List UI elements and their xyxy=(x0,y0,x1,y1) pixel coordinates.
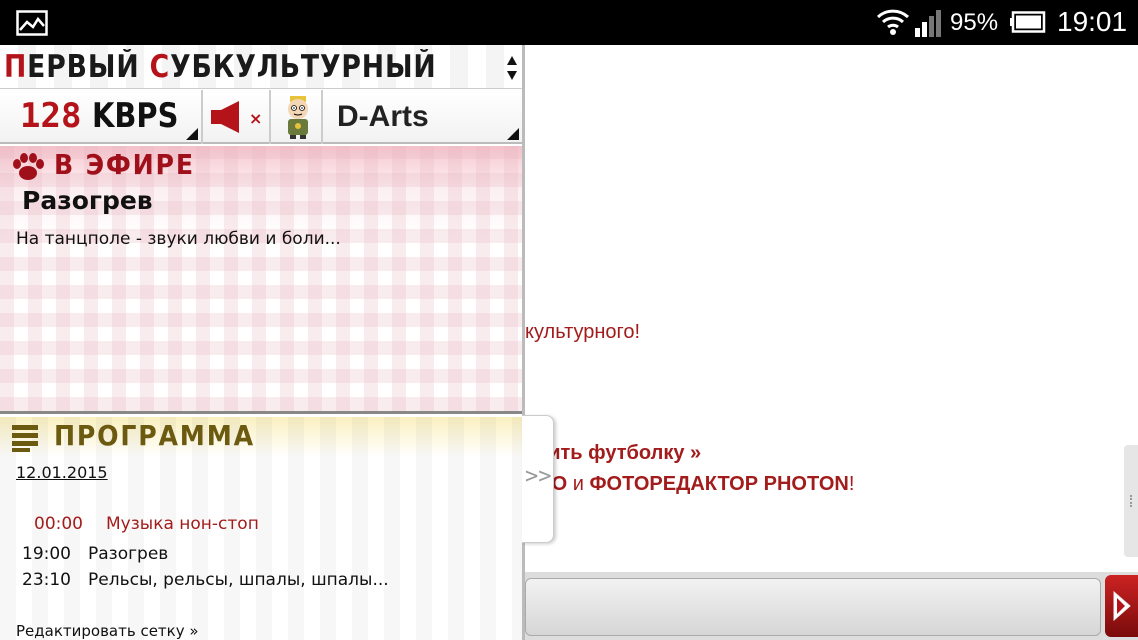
player-controls: 128 KBPS × D-Arts xyxy=(0,90,522,144)
svg-text:×: × xyxy=(249,109,262,128)
schedule-title: Рельсы, рельсы, шпалы, шпалы... xyxy=(88,570,389,590)
dj-selector[interactable]: D-Arts xyxy=(325,90,522,144)
paw-icon xyxy=(13,153,44,180)
edit-schedule-link[interactable]: Редактировать сетку » xyxy=(16,622,199,640)
bitrate-selector[interactable]: 128 KBPS xyxy=(0,90,203,144)
player-progress-field[interactable] xyxy=(525,578,1101,636)
station-selector[interactable]: ПЕРВЫЙ СУБКУЛЬТУРНЫЙ xyxy=(0,45,522,89)
dropdown-corner-icon xyxy=(186,128,198,140)
mute-button[interactable]: × xyxy=(205,90,271,144)
play-button[interactable] xyxy=(1105,575,1138,637)
wifi-icon xyxy=(876,9,910,35)
avatar-icon xyxy=(288,96,308,139)
on-air-section: В ЭФИРЕ Разогрев На танцполе - звуки люб… xyxy=(0,146,522,414)
battery-percent: 95% xyxy=(950,9,999,36)
schedule-section: ПРОГРАММА 12.01.2015 00:00 Музыка нон-сто… xyxy=(0,417,522,640)
schedule-time: 00:00 xyxy=(34,514,83,534)
page-text-line: культурного! xyxy=(525,321,641,343)
radio-panel: ПЕРВЫЙ СУБКУЛЬТУРНЫЙ 128 KBPS × D-Arts В… xyxy=(0,45,525,640)
schedule-row-current: 00:00 Музыка нон-стоп xyxy=(34,514,259,534)
schedule-heading: ПРОГРАММА xyxy=(54,419,255,452)
collapse-panel-tab[interactable]: >> xyxy=(522,415,554,543)
gallery-icon xyxy=(16,10,48,36)
schedule-title: Разогрев xyxy=(88,544,169,564)
background-page: культурного! упить футболку » ОГО и ФОТО… xyxy=(525,45,1138,640)
schedule-time: 19:00 xyxy=(22,544,71,564)
dj-avatar xyxy=(273,90,323,144)
battery-icon xyxy=(1010,11,1046,33)
scroll-handle[interactable] xyxy=(1124,445,1138,557)
dropdown-corner-icon xyxy=(507,128,519,140)
speaker-muted-icon: × xyxy=(211,101,262,133)
dj-name: D-Arts xyxy=(337,100,429,133)
up-down-arrows-icon xyxy=(507,56,517,80)
photon-promo[interactable]: ОГО и ФОТОРЕДАКТОР PHOTON! xyxy=(525,473,854,496)
schedule-time: 23:10 xyxy=(22,570,71,590)
schedule-row: 19:00 Разогрев xyxy=(22,544,168,564)
schedule-row: 23:10 Рельсы, рельсы, шпалы, шпалы... xyxy=(22,570,389,590)
schedule-date[interactable]: 12.01.2015 xyxy=(16,463,108,482)
current-show-description: На танцполе - звуки любви и боли... xyxy=(16,229,341,249)
bitrate-value: 128 xyxy=(20,96,82,136)
station-title: ПЕРВЫЙ СУБКУЛЬТУРНЫЙ xyxy=(4,49,437,85)
bitrate-unit: KBPS xyxy=(92,96,179,136)
clock: 19:01 xyxy=(1057,6,1128,37)
scroll-list-icon xyxy=(12,425,38,452)
play-icon xyxy=(1113,590,1131,622)
schedule-title: Музыка нон-стоп xyxy=(106,514,259,534)
signal-icon xyxy=(915,10,941,37)
status-bar: 95% 19:01 xyxy=(0,0,1138,45)
double-chevron-icon: >> xyxy=(525,464,552,489)
current-show-name: Разогрев xyxy=(22,186,153,215)
on-air-heading: В ЭФИРЕ xyxy=(54,148,195,181)
